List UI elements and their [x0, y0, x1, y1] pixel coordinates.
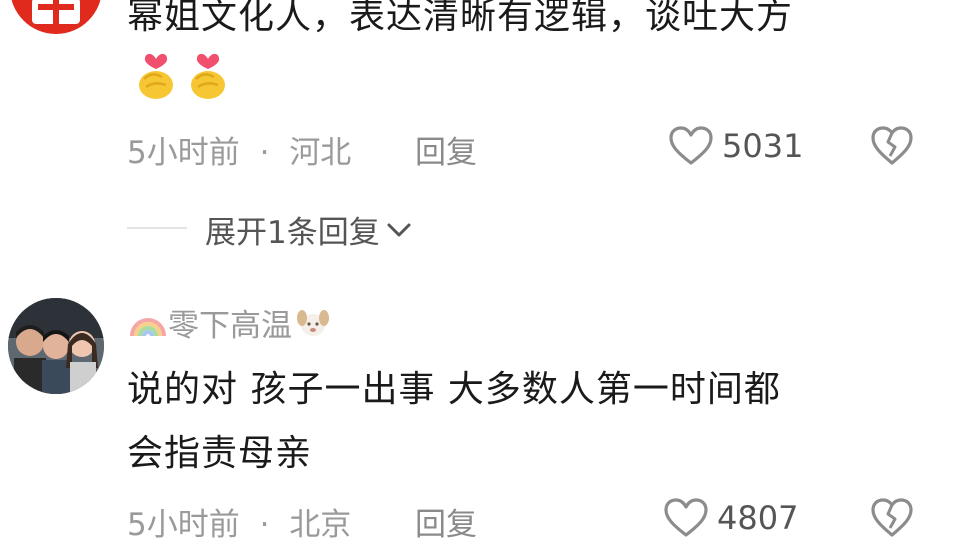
- divider-line: [127, 227, 187, 229]
- broken-heart-icon[interactable]: [870, 497, 914, 539]
- heart-outline-icon[interactable]: [663, 497, 709, 539]
- comment-text: 说的对 孩子一出事 大多数人第一时间都: [127, 369, 781, 410]
- comment-time: 5小时前: [127, 507, 240, 543]
- like-count: 4807: [717, 499, 799, 537]
- rainbow-icon: [128, 308, 168, 338]
- heart-hands-emoji: [184, 49, 232, 99]
- comment-location: 北京: [289, 507, 352, 543]
- username[interactable]: 零下高温: [168, 300, 292, 345]
- like-count: 5031: [722, 127, 804, 165]
- reply-button[interactable]: 回复: [415, 499, 477, 544]
- meta-separator: ·: [259, 507, 270, 543]
- comment-meta: 5小时前 · 北京: [127, 499, 351, 544]
- meta-separator: ·: [259, 135, 270, 171]
- expand-replies-button[interactable]: 展开1条回复: [205, 207, 412, 252]
- avatar[interactable]: [10, 0, 102, 34]
- comment-time: 5小时前: [127, 135, 240, 171]
- dog-icon: [294, 304, 332, 342]
- chevron-down-icon: [386, 220, 412, 240]
- heart-hands-emoji: [132, 49, 180, 99]
- reply-button[interactable]: 回复: [415, 127, 477, 172]
- broken-heart-icon[interactable]: [870, 125, 914, 167]
- avatar[interactable]: [8, 298, 104, 394]
- username-row[interactable]: 零下高温: [128, 300, 332, 345]
- comment-location: 河北: [289, 135, 352, 171]
- comment-meta: 5小时前 · 河北: [127, 127, 351, 172]
- comment-text: 会指责母亲: [127, 433, 313, 474]
- comment-text: 幂姐文化人，表达清晰有逻辑，谈吐大方: [127, 0, 794, 37]
- expand-replies-label: 展开1条回复: [205, 215, 380, 251]
- heart-outline-icon[interactable]: [668, 125, 714, 167]
